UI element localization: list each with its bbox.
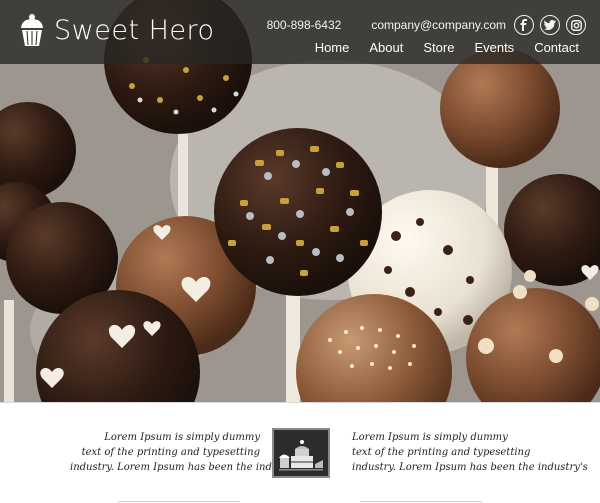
intro-text-line: industry. Lorem Ipsum has been the indus… <box>352 462 588 473</box>
brand-name: Sweet Hero <box>54 14 215 46</box>
cupcake-logo-icon <box>21 14 43 46</box>
contact-info: 800-898-6432 company@company.com <box>267 15 586 35</box>
instagram-icon[interactable] <box>566 15 586 35</box>
logo[interactable]: Sweet Hero <box>18 12 215 48</box>
intro-text-line: text of the printing and typesetting <box>352 447 531 458</box>
nav-contact[interactable]: Contact <box>534 40 579 55</box>
intro-strip: Lorem Ipsum is simply dummy text of the … <box>0 402 600 503</box>
email-address[interactable]: company@company.com <box>371 18 506 32</box>
intro-text-left: Lorem Ipsum is simply dummy text of the … <box>70 430 306 475</box>
intro-text-line: Lorem Ipsum is simply dummy <box>104 432 260 443</box>
facebook-icon[interactable] <box>514 15 534 35</box>
social-links <box>514 15 586 35</box>
phone-number[interactable]: 800-898-6432 <box>267 18 342 32</box>
nav-about[interactable]: About <box>369 40 403 55</box>
hero-banner: Sweet Hero 800-898-6432 company@company.… <box>0 0 600 402</box>
twitter-icon[interactable] <box>540 15 560 35</box>
main-nav: Home About Store Events Contact <box>315 40 579 55</box>
intro-text-line: text of the printing and typesetting <box>81 447 260 458</box>
nav-store[interactable]: Store <box>423 40 454 55</box>
nav-events[interactable]: Events <box>474 40 514 55</box>
intro-text-line: Lorem Ipsum is simply dummy <box>352 432 508 443</box>
top-navigation-bar: Sweet Hero 800-898-6432 company@company.… <box>0 0 600 64</box>
intro-text-line: industry. Lorem Ipsum has been the indus… <box>70 462 306 473</box>
bakery-cakes-icon <box>272 428 330 478</box>
intro-text-right: Lorem Ipsum is simply dummy text of the … <box>352 430 588 475</box>
section-divider <box>0 499 600 503</box>
nav-home[interactable]: Home <box>315 40 350 55</box>
